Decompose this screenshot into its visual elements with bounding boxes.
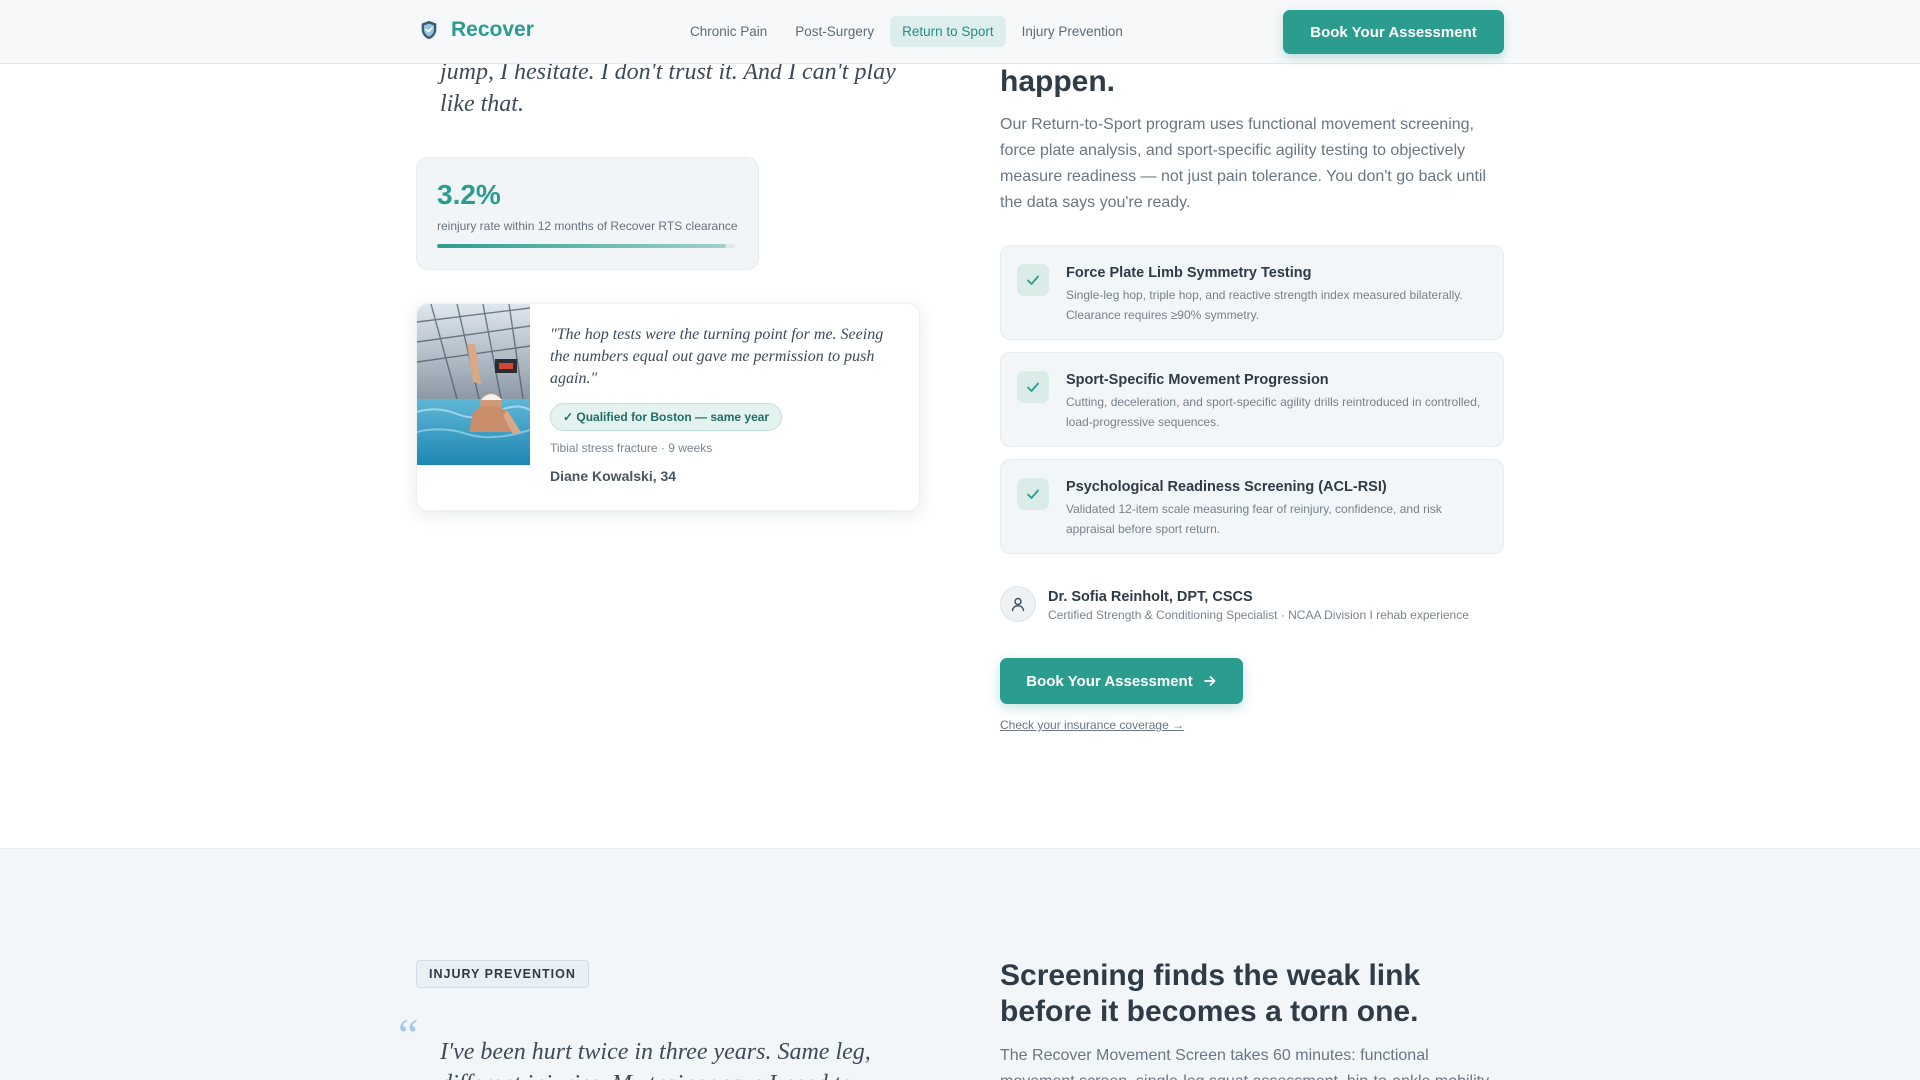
testimonial-photo xyxy=(417,304,530,465)
section-tag: INJURY PREVENTION xyxy=(416,960,589,988)
arrow-right-icon xyxy=(1203,676,1216,686)
insurance-coverage-link[interactable]: Check your insurance coverage → xyxy=(1000,718,1184,732)
nav-link-return-to-sport[interactable]: Return to Sport xyxy=(890,16,1006,47)
book-assessment-label: Book Your Assessment xyxy=(1026,672,1193,690)
testimonial-card: "The hop tests were the turning point fo… xyxy=(416,303,920,511)
brand-name: Recover xyxy=(451,18,534,41)
top-navigation: Recover Chronic Pain Post-Surgery Return… xyxy=(0,0,1920,64)
provider-credentials: Certified Strength & Conditioning Specia… xyxy=(1048,608,1469,622)
feature-description: Validated 12-item scale measuring fear o… xyxy=(1066,502,1442,536)
patient-quote: jump, I hesitate. I don't trust it. And … xyxy=(440,59,896,117)
provider-info: Dr. Sofia Reinholt, DPT, CSCS Certified … xyxy=(1000,586,1469,622)
nav-link-injury-prevention[interactable]: Injury Prevention xyxy=(1010,16,1135,47)
feature-description: Single-leg hop, triple hop, and reactive… xyxy=(1066,288,1463,322)
nav-book-assessment-button[interactable]: Book Your Assessment xyxy=(1283,10,1504,54)
stat-progress-fill xyxy=(437,244,727,248)
stat-value: 3.2% xyxy=(437,179,501,210)
provider-name: Dr. Sofia Reinholt, DPT, CSCS xyxy=(1048,589,1253,605)
testimonial-quote: "The hop tests were the turning point fo… xyxy=(550,326,884,387)
section-heading: happen. xyxy=(1000,65,1116,98)
patient-quote: I've been hurt twice in three years. Sam… xyxy=(440,1039,871,1080)
nav-links: Chronic Pain Post-Surgery Return to Spor… xyxy=(678,16,1135,47)
feature-title: Psychological Readiness Screening (ACL-R… xyxy=(1066,479,1387,495)
nav-link-post-surgery[interactable]: Post-Surgery xyxy=(783,16,886,47)
shield-logo-icon xyxy=(421,20,437,40)
testimonial-name: Diane Kowalski, 34 xyxy=(550,468,677,484)
nav-link-chronic-pain[interactable]: Chronic Pain xyxy=(678,16,779,47)
feature-title: Force Plate Limb Symmetry Testing xyxy=(1066,265,1312,281)
testimonial-body: "The hop tests were the turning point fo… xyxy=(550,324,900,484)
quote-mark-icon: “ xyxy=(398,1009,419,1060)
testimonial-meta: Tibial stress fracture · 9 weeks xyxy=(550,441,713,455)
brand-logo[interactable]: Recover xyxy=(418,18,534,42)
check-icon xyxy=(1017,371,1049,403)
swimmer-photo-image xyxy=(417,304,530,465)
book-assessment-button[interactable]: Book Your Assessment xyxy=(1000,658,1243,704)
reinjury-stat-card: 3.2% reinjury rate within 12 months of R… xyxy=(416,157,759,270)
outcome-badge: ✓ Qualified for Boston — same year xyxy=(550,403,783,431)
section-body: The Recover Movement Screen takes 60 min… xyxy=(1000,1047,1489,1080)
feature-item: Sport-Specific Movement Progression Cutt… xyxy=(1000,352,1504,447)
feature-title: Sport-Specific Movement Progression xyxy=(1066,372,1329,388)
feature-description: Cutting, deceleration, and sport-specifi… xyxy=(1066,395,1481,429)
feature-list: Force Plate Limb Symmetry Testing Single… xyxy=(1000,245,1504,566)
check-icon xyxy=(1017,478,1049,510)
stat-progress-bar xyxy=(437,244,735,248)
feature-item: Force Plate Limb Symmetry Testing Single… xyxy=(1000,245,1504,340)
section-body: Our Return-to-Sport program uses functio… xyxy=(1000,116,1487,211)
section-heading: Screening finds the weak link before it … xyxy=(1000,959,1421,1028)
injury-prevention-section xyxy=(0,848,1920,1080)
stat-label: reinjury rate within 12 months of Recove… xyxy=(437,219,738,233)
feature-item: Psychological Readiness Screening (ACL-R… xyxy=(1000,459,1504,554)
check-icon xyxy=(1017,264,1049,296)
user-icon xyxy=(1000,586,1036,622)
